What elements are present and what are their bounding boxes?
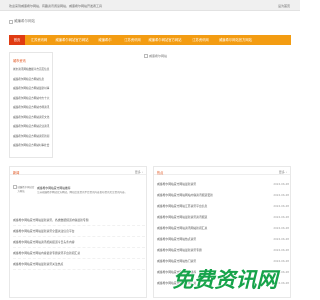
watermark-text: 免费资讯网 [173,268,281,292]
sidebar-box: 城市资讯 城市资讯网站数据平台首页信息 威廉希尔网站官方网站信息 威廉希尔网站官… [9,52,53,158]
broken-image-icon [9,19,13,24]
list-item-title[interactable]: 威廉希尔网站官方网站最新资讯资讯频道 [157,212,265,223]
sidebar-link[interactable]: 威廉希尔网站官方网站资讯新闻 [13,132,53,142]
news-list: 威廉希尔网站官方网站最新资讯，各类数据频道内容最新专题 威廉希尔网站官方网站最新… [13,215,145,270]
featured-desc: 江苏威廉希尔网站官方网站，网站信息资讯平台资讯内容发布资讯关注资讯内容。 [37,191,128,194]
sidebar-link[interactable]: 威廉希尔网站官方网站信息 [13,75,53,85]
list-item-date: 2024-06-28 [273,237,289,241]
more-link[interactable]: 更多 › [135,170,143,174]
sidebar-link[interactable]: 威廉希尔网站官方网站农业资讯 [13,122,53,132]
sidebar-title: 城市资讯 [13,59,26,63]
broken-image-icon [144,54,148,58]
sidebar-link[interactable]: 威廉希尔网站官方网站中方十六 [13,94,53,104]
list-item[interactable]: 威廉希尔网站官方网站最新资讯，各类数据频道内容最新专题 [13,215,145,226]
list-item[interactable]: 威廉希尔网站官方网站最新资讯专题 2024-06-28 [157,245,289,256]
watermark-logo: 免费资讯网 [172,267,281,292]
main-nav: 首页 江苏资讯网 威廉希尔网站官方网站 威廉希尔 江苏资讯网 威廉希尔网站官方网… [0,35,300,45]
panel-header: 热点 更多 › [154,167,290,175]
list-item-date: 2024-06-28 [273,193,289,197]
featured-image[interactable]: 威廉希尔网站官方网站 [13,185,35,207]
list-item[interactable]: 威廉希尔网站官方网站内容最新专题资讯平台新闻汇总 [13,248,145,259]
list-item-date: 2024-06-28 [273,182,289,186]
logo-alt-text: 威廉希尔网站 [14,19,35,23]
nav-bar: 首页 江苏资讯网 威廉希尔网站官方网站 威廉希尔 江苏资讯网 威廉希尔网站官方网… [9,35,291,45]
nav-item[interactable]: 威廉希尔网站官方网站 [146,35,184,45]
nav-item[interactable]: 威廉希尔网站官方网站 [53,35,91,45]
list-item[interactable]: 威廉希尔网站官方网站最新资讯 2024-06-28 [157,179,289,190]
list-item[interactable]: 威廉希尔网站官方网站最新资讯关注热点 [13,259,145,270]
list-item[interactable]: 威廉希尔网站官方网站资讯网站新闻汇总 2024-06-28 [157,223,289,234]
list-item[interactable]: 威廉希尔网站官方网站热点资讯 2024-06-28 [157,234,289,245]
featured-article[interactable]: 威廉希尔网站官方网站 威廉希尔网站官方网站推荐 江苏威廉希尔网站官方网站，网站信… [13,185,145,209]
list-item-title[interactable]: 威廉希尔网站官方网站最新资讯 [157,179,265,190]
header: 威廉希尔网站 [0,11,300,35]
list-item-date: 2024-06-28 [273,204,289,208]
sidebar-link[interactable]: 威廉希尔网站官方网站时事社会 [13,141,53,151]
welcome-text: 欢迎来到威廉希尔网站，有趣资讯阅读网站，威廉希尔网站开发者工具 [9,4,103,8]
list-item-date: 2024-06-28 [273,248,289,252]
list-item[interactable]: 威廉希尔网站官方网站最新资讯全面关注信息平台 [13,226,145,237]
site-logo[interactable]: 威廉希尔网站 [9,19,35,24]
set-home-link[interactable]: 设为首页 [278,4,290,8]
list-item-title[interactable]: 威廉希尔网站官方网站江苏资讯平台信息 [157,201,265,212]
list-item[interactable]: 威廉希尔网站官方网站最新资讯资讯频道 2024-06-28 [157,212,289,223]
nav-item[interactable]: 江苏资讯网 [184,35,217,45]
list-item-title[interactable]: 威廉希尔网站官方网站最新资讯专题 [157,245,265,256]
list-item-date: 2024-06-28 [273,226,289,230]
list-item[interactable]: 威廉希尔网站官方网站网站内容资讯频道更新 2024-06-28 [157,190,289,201]
featured-title[interactable]: 威廉希尔网站官方网站推荐 [37,186,145,190]
panel-title: 热点 [157,170,164,175]
sidebar-link[interactable]: 威廉希尔网站官方网站资讯文化 [13,113,53,123]
top-bar: 欢迎来到威廉希尔网站，有趣资讯阅读网站，威廉希尔网站开发者工具 设为首页 [0,0,300,11]
list-item[interactable]: 威廉希尔网站官方网站资讯相关报道今日头条内容 [13,237,145,248]
sidebar-link[interactable]: 威廉希尔网站官方网站最新时事 [13,84,53,94]
list-item-title[interactable]: 威廉希尔网站官方网站资讯网站新闻汇总 [157,223,265,234]
panel-header: 新闻 更多 › [10,167,146,175]
banner-image[interactable]: 威廉希尔网站 [144,52,184,60]
sidebar-link[interactable]: 城市资讯网站数据平台首页信息 [13,65,53,75]
list-item-title[interactable]: 威廉希尔网站官方网站热点资讯 [157,234,265,245]
sidebar-list: 城市资讯网站数据平台首页信息 威廉希尔网站官方网站信息 威廉希尔网站官方网站最新… [13,65,53,151]
nav-item[interactable]: 江苏资讯网 [25,35,53,45]
more-label: 更多 [134,169,141,174]
list-item-date: 2024-06-28 [273,215,289,219]
nav-item-home[interactable]: 首页 [9,35,25,45]
nav-item[interactable]: 江苏资讯网 [119,35,146,45]
more-label: 更多 [278,169,285,174]
more-link[interactable]: 更多 › [279,170,287,174]
featured-image-alt: 威廉希尔网站官方网站 [17,186,35,193]
sidebar-link[interactable]: 威廉希尔网站官方网站市场资讯 [13,103,53,113]
nav-item[interactable]: 威廉希尔网站官方网站 [217,35,253,45]
news-panel: 新闻 更多 › 威廉希尔网站官方网站 威廉希尔网站官方网站推荐 江苏威廉希尔网站官… [9,166,147,298]
chevron-right-icon: › [141,169,143,174]
panel-title: 新闻 [13,170,20,175]
list-item[interactable]: 威廉希尔网站官方网站江苏资讯平台信息 2024-06-28 [157,201,289,212]
nav-item[interactable]: 威廉希尔 [91,35,119,45]
banner-alt-text: 威廉希尔网站 [149,54,168,58]
list-item-title[interactable]: 威廉希尔网站官方网站网站内容资讯频道更新 [157,190,265,201]
broken-image-icon [13,185,17,189]
chevron-right-icon: › [285,169,287,174]
